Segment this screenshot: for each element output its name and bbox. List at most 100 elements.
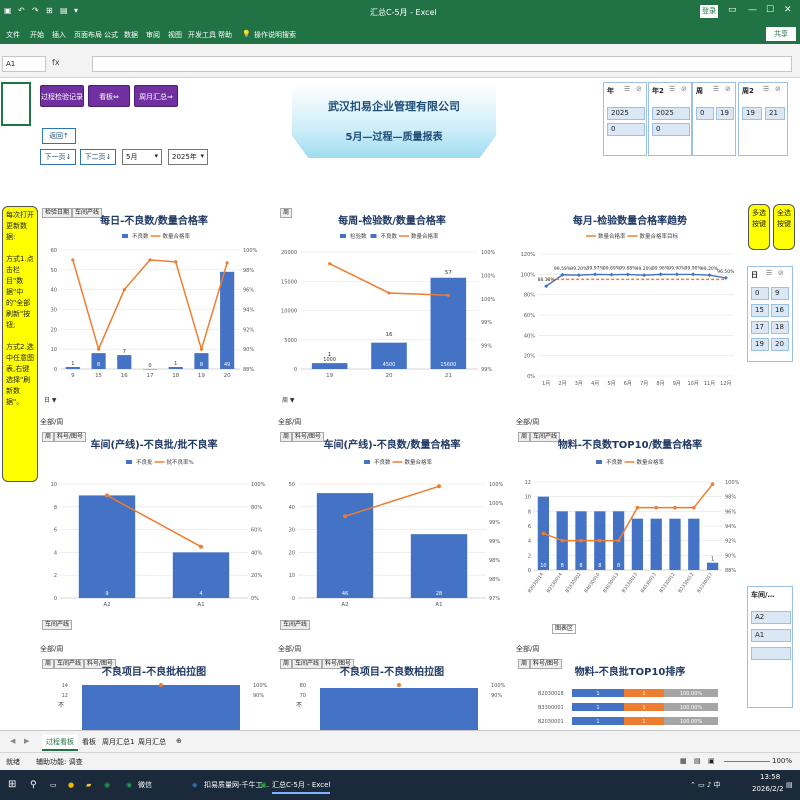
slicer-item[interactable]: 2025 [652,107,690,120]
close-icon[interactable]: ✕ [784,5,792,15]
task-view-icon[interactable]: ▭ [50,776,57,794]
tab-page-layout[interactable]: 页面布局 [74,30,102,40]
chart-material-top10-panel[interactable]: 周 车间产线 物料-不良数TOP10/数量合格率 不良数 数量合格率 0 2 4 6 8 10… [516,428,744,638]
folder-icon[interactable]: ▰ [86,776,91,794]
clear-filter-icon[interactable]: ⊘ [775,85,781,93]
slicer-item[interactable]: 0 [607,123,645,136]
tell-me-search[interactable]: 操作说明搜索 [254,30,296,40]
slicer-item[interactable]: 15 [751,304,769,317]
slicer-item[interactable]: 21 [765,107,785,120]
view-pagebreak-icon[interactable]: ▣ [708,757,715,765]
slicer-item[interactable]: 19 [742,107,762,120]
multi-select-icon[interactable]: ☰ [624,85,630,93]
next-page-button[interactable]: 下一页↓ [40,149,76,165]
slicer-item[interactable]: 0 [696,107,714,120]
zoom-level[interactable]: 100% [772,757,792,765]
tab-scroll-left-icon[interactable]: ◀ [6,735,19,747]
wechat-icon[interactable]: ◉ [104,776,110,794]
sheet-tab[interactable]: 看板 [78,735,100,749]
slicer-item[interactable]: 0 [751,287,769,300]
tab-help[interactable]: 帮助 [218,30,232,40]
monthly-summary-button[interactable]: 周月汇总⇒ [134,85,178,107]
tab-file[interactable]: 文件 [6,30,20,40]
slicer-item[interactable] [751,647,791,660]
chart-daily-panel[interactable]: 检验日期 车间产线 每日-不良数/数量合格率 不良数 数量合格率 0 10 20 30 40… [40,204,268,409]
month-select[interactable]: 5月 ▾ [122,149,162,165]
slicer-item[interactable]: 19 [716,107,734,120]
sheet-tab[interactable]: 周月汇总1 [98,735,138,749]
tab-formulas[interactable]: 公式 [104,30,118,40]
chart-pareto-qty-panel[interactable]: 周 车间产线 料号/图号 不良项目-不良数柏拉图 80 70 100% 90% 不 [278,655,506,730]
search-icon[interactable]: ⚲ [30,776,37,794]
process-record-button[interactable]: 过程检验记录 [40,85,84,107]
board-button[interactable]: 看板⇔ [88,85,130,107]
next-page-2-button[interactable]: 下二页↓ [80,149,116,165]
customize-icon[interactable]: ▾ [74,6,78,15]
tab-home[interactable]: 开始 [30,30,44,40]
field-button-workshop[interactable]: 车间产线 [280,620,311,630]
slicer-year2[interactable]: 年2 ☰ ⊘ 2025 0 [648,82,692,156]
add-sheet-icon[interactable]: ⊕ [172,735,186,747]
login-button[interactable]: 登录 [700,5,718,18]
clear-filter-icon[interactable]: ⊘ [725,85,731,93]
slicer-item[interactable]: 19 [751,338,769,351]
undo-icon[interactable]: ↶ [18,6,25,15]
quick-access-icon[interactable]: ⊞ [46,6,53,15]
year-select[interactable]: 2025年 ▾ [168,149,208,165]
chart-pareto-batch-panel[interactable]: 周 车间产线 料号/图号 不良项目-不良批柏拉图 14 12 100% 90% 不 [40,655,268,730]
back-button[interactable]: 返回↑ [42,128,76,144]
slicer-item[interactable]: 17 [751,321,769,334]
chart-weekly-panel[interactable]: 周 每周-检验数/数量合格率 检验数 不良数 数量合格率 0 5000 10000 1500… [278,204,506,409]
field-button-workshop[interactable]: 车间产线 [42,620,73,630]
tab-developer[interactable]: 开发工具 [188,30,216,40]
chart-monthly-panel[interactable]: 每月-检验数量合格率趋势 数量合格率 数量合格率目标 0% 20% 40% 60% 80% 1… [516,204,744,409]
touch-mode-icon[interactable]: ▤ [60,6,68,15]
fx-icon[interactable]: fx [52,58,60,67]
chart-workshop-qty-panel[interactable]: 周 料号/图号 车间(产线)-不良数/数量合格率 不良数 数量合格率 0 10 20 30… [278,428,506,638]
view-layout-icon[interactable]: ▤ [694,757,701,765]
slicer-item[interactable]: 18 [771,321,789,334]
slicer-item[interactable]: A1 [751,629,791,642]
multi-select-icon[interactable]: ☰ [713,85,719,93]
multi-select-icon[interactable]: ☰ [766,269,772,277]
taskbar-app[interactable]: 微信 [138,776,152,794]
clear-filter-icon[interactable]: ⊘ [681,85,687,93]
slicer-item[interactable]: 2025 [607,107,645,120]
sheet-tab[interactable]: 周月汇总 [134,735,170,749]
tab-view[interactable]: 视图 [168,30,182,40]
accessibility-status[interactable]: 辅助功能: 调查 [36,757,83,767]
slicer-week2[interactable]: 周2 ☰ ⊘ 19 21 [738,82,788,156]
slicer-item[interactable]: 9 [771,287,789,300]
tab-review[interactable]: 审阅 [146,30,160,40]
share-button[interactable]: 共享 [766,27,796,41]
slicer-item[interactable]: 0 [652,123,690,136]
tray-icons[interactable]: ⌃ ▭ ♪ 中 [690,776,721,794]
taskbar-app-active[interactable]: 汇总C-5月 - Excel [272,776,331,794]
chart-material-batch-panel[interactable]: 周 料号/图号 物料-不良批TOP10排序 B2030018 1 1 100.00% B… [516,655,744,730]
sheet-tab-active[interactable]: 过程看板 [42,735,78,751]
tab-data[interactable]: 数据 [124,30,138,40]
windows-start-icon[interactable]: ⊞ [8,776,16,794]
slicer-date[interactable]: 日 ☰ ⊘ 0 9 15 16 17 18 19 20 [747,266,793,362]
multi-select-icon[interactable]: ☰ [763,85,769,93]
slicer-workshop[interactable]: 车间/… A2 A1 [747,586,793,708]
maximize-icon[interactable]: ☐ [766,5,774,15]
minimize-icon[interactable]: — [748,5,757,15]
tab-scroll-right-icon[interactable]: ▶ [20,735,33,747]
view-normal-icon[interactable]: ▦ [680,757,687,765]
tab-insert[interactable]: 插入 [52,30,66,40]
notification-icon[interactable]: ▤ [786,776,793,794]
browser-icon[interactable]: ● [68,776,74,794]
slicer-item[interactable]: 16 [771,304,789,317]
save-icon[interactable]: ▣ [4,6,12,15]
clear-filter-icon[interactable]: ⊘ [778,269,784,277]
slicer-item[interactable]: 20 [771,338,789,351]
selected-cell[interactable] [1,82,31,126]
slicer-item[interactable]: A2 [751,611,791,624]
clear-filter-icon[interactable]: ⊘ [636,85,642,93]
name-box[interactable]: A1 [2,56,46,72]
zoom-slider[interactable] [724,761,770,762]
redo-icon[interactable]: ↷ [32,6,39,15]
chart-workshop-batch-panel[interactable]: 周 料号/图号 车间(产线)-不良批/批不良率 不良批 批不良率% 0 2 4 6 8 10 0… [40,428,268,638]
multi-select-icon[interactable]: ☰ [669,85,675,93]
